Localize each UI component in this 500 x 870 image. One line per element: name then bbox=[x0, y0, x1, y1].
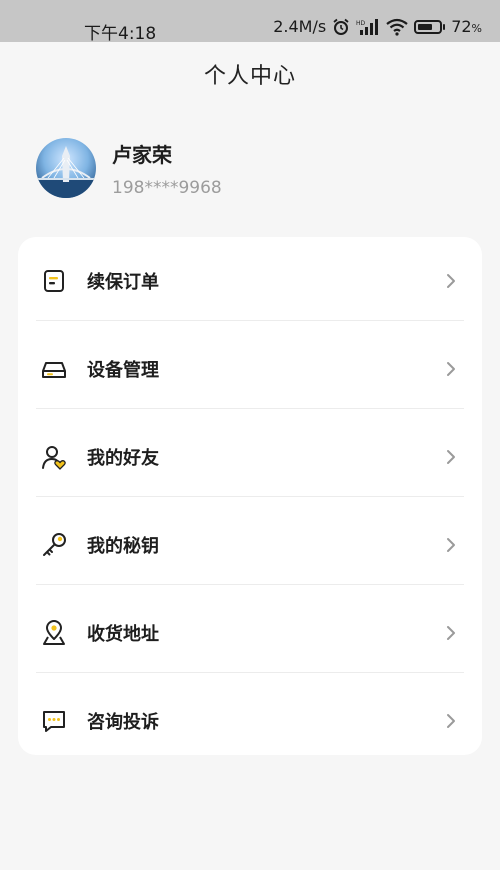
divider bbox=[36, 408, 464, 409]
divider bbox=[36, 672, 464, 673]
complaint-icon bbox=[43, 711, 65, 732]
divider bbox=[36, 320, 464, 321]
friends-icon bbox=[42, 446, 66, 470]
key-icon bbox=[43, 533, 66, 556]
menu-item-label: 续保订单 bbox=[87, 272, 159, 293]
menu-item-complaint[interactable]: 咨询投诉 bbox=[18, 677, 482, 765]
chevron-right-icon bbox=[447, 714, 455, 728]
menu-item-label: 我的秘钥 bbox=[87, 536, 159, 557]
svg-text:HD: HD bbox=[356, 20, 366, 27]
battery-icon bbox=[414, 19, 446, 34]
chevron-right-icon bbox=[447, 362, 455, 376]
status-time: 下午4:18 bbox=[84, 24, 157, 44]
avatar-image bbox=[36, 146, 96, 198]
alarm-icon bbox=[333, 18, 349, 35]
menu-item-device-management[interactable]: 设备管理 bbox=[18, 325, 482, 413]
address-icon bbox=[43, 620, 65, 645]
divider bbox=[36, 496, 464, 497]
menu-item-renewal-order[interactable]: 续保订单 bbox=[18, 237, 482, 325]
network-speed: 2.4M/s bbox=[273, 17, 327, 36]
menu-card: 续保订单 设备管理 我的好友 我的秘钥 收货地址 咨询投诉 bbox=[18, 237, 482, 755]
chevron-right-icon bbox=[447, 274, 455, 288]
menu-item-label: 我的好友 bbox=[87, 448, 159, 469]
battery-percent: 72% bbox=[451, 17, 482, 36]
profile-phone: 198****9968 bbox=[112, 177, 222, 198]
wifi-icon bbox=[386, 18, 408, 36]
profile-info: 卢家荣 198****9968 bbox=[112, 139, 222, 198]
status-icons: 2.4M/s HD 72% bbox=[273, 17, 482, 36]
profile-name: 卢家荣 bbox=[112, 142, 172, 167]
hd-signal-icon: HD bbox=[356, 18, 379, 35]
menu-item-label: 收货地址 bbox=[87, 624, 159, 645]
divider bbox=[36, 584, 464, 585]
profile-header[interactable]: 卢家荣 198****9968 bbox=[36, 138, 222, 198]
menu-item-address[interactable]: 收货地址 bbox=[18, 589, 482, 677]
device-management-icon bbox=[42, 362, 66, 378]
page-title: 个人中心 bbox=[203, 64, 296, 89]
chevron-right-icon bbox=[447, 626, 455, 640]
status-bar: 下午4:18 2.4M/s HD 72% bbox=[0, 0, 500, 44]
chevron-right-icon bbox=[447, 450, 455, 464]
menu-item-label: 咨询投诉 bbox=[87, 712, 159, 733]
menu-item-key[interactable]: 我的秘钥 bbox=[18, 501, 482, 589]
avatar[interactable] bbox=[36, 138, 96, 198]
menu-item-label: 设备管理 bbox=[87, 360, 159, 381]
renewal-order-icon bbox=[44, 270, 64, 292]
chevron-right-icon bbox=[447, 538, 455, 552]
menu-item-friends[interactable]: 我的好友 bbox=[18, 413, 482, 501]
